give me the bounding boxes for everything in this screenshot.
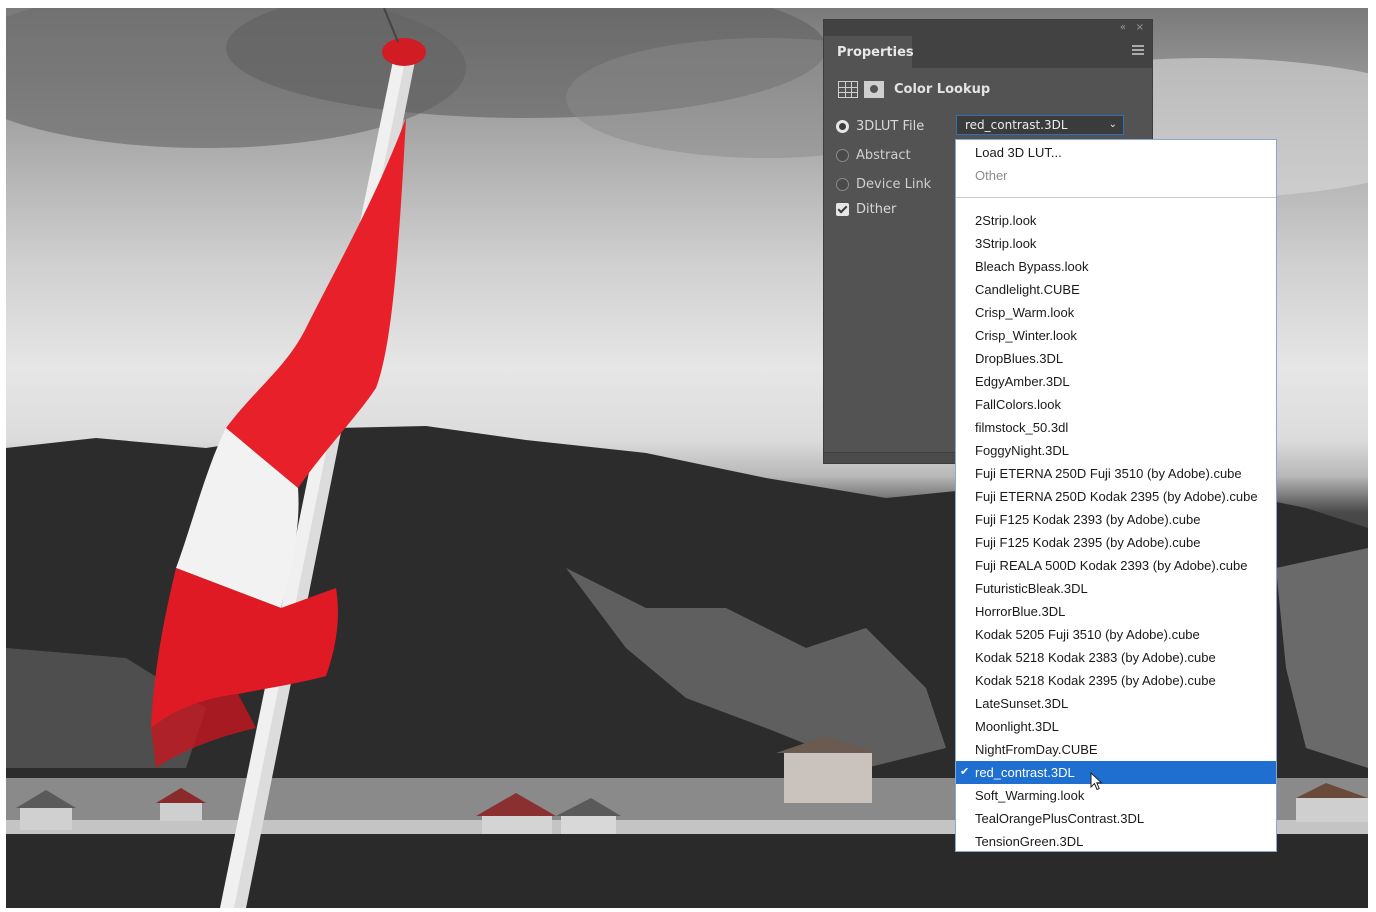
lut-list-item[interactable]: TensionGreen.3DL	[956, 830, 1276, 853]
lut-list-item[interactable]: ✔ red_contrast.3DL	[956, 761, 1276, 784]
mouse-pointer-icon	[1090, 772, 1103, 791]
lut-list-item-label: LateSunset.3DL	[975, 696, 1069, 711]
lut-list-item-label: Candlelight.CUBE	[975, 282, 1080, 297]
lut-list-item-label: Kodak 5218 Kodak 2395 (by Adobe).cube	[975, 673, 1216, 688]
lut-list-item-label: Kodak 5205 Fuji 3510 (by Adobe).cube	[975, 627, 1200, 642]
lut-list-item[interactable]: Fuji ETERNA 250D Fuji 3510 (by Adobe).cu…	[956, 462, 1276, 485]
lut-list-item[interactable]: FuturisticBleak.3DL	[956, 577, 1276, 600]
lut-file-option[interactable]: 3DLUT File	[836, 116, 924, 136]
lut-list-item-label: Fuji REALA 500D Kodak 2393 (by Adobe).cu…	[975, 558, 1248, 573]
panel-title-bar: « ×	[824, 20, 1152, 36]
lut-list-item[interactable]: LateSunset.3DL	[956, 692, 1276, 715]
lut-list-item-label: filmstock_50.3dl	[975, 420, 1069, 435]
checkmark-icon: ✔	[960, 766, 970, 778]
collapse-panel-icon[interactable]: «	[1120, 21, 1126, 34]
lut-list-item[interactable]: DropBlues.3DL	[956, 347, 1276, 370]
device-link-radio[interactable]	[836, 177, 849, 191]
lut-list-item-label: Crisp_Warm.look	[975, 305, 1075, 320]
panel-menu-icon[interactable]	[1132, 45, 1144, 57]
color-lookup-grid-icon[interactable]	[838, 80, 858, 98]
lut-list-item-label: red_contrast.3DL	[975, 765, 1075, 780]
dither-option[interactable]: Dither	[836, 199, 896, 219]
lut-list-item-label: Fuji F125 Kodak 2393 (by Adobe).cube	[975, 512, 1201, 527]
lut-list-item[interactable]: FoggyNight.3DL	[956, 439, 1276, 462]
lut-list-item-label: Fuji F125 Kodak 2395 (by Adobe).cube	[975, 535, 1201, 550]
lut-dropdown-list: Load 3D LUT... Other 2Strip.look 3Strip.lo…	[955, 139, 1277, 852]
adjustment-title: Color Lookup	[894, 81, 991, 97]
abstract-label: Abstract	[856, 147, 911, 163]
lut-list-item[interactable]: Kodak 5205 Fuji 3510 (by Adobe).cube	[956, 623, 1276, 646]
lut-list-item-label: Fuji ETERNA 250D Fuji 3510 (by Adobe).cu…	[975, 466, 1242, 481]
layer-mask-icon[interactable]	[864, 80, 884, 98]
lut-list-item-label: Fuji ETERNA 250D Kodak 2395 (by Adobe).c…	[975, 489, 1258, 504]
lut-list-item[interactable]: Candlelight.CUBE	[956, 278, 1276, 301]
lut-select-value: red_contrast.3DL	[965, 118, 1068, 132]
lut-list-item[interactable]: Kodak 5218 Kodak 2395 (by Adobe).cube	[956, 669, 1276, 692]
close-panel-icon[interactable]: ×	[1136, 21, 1144, 34]
lut-list-item-label: FuturisticBleak.3DL	[975, 581, 1088, 596]
other-item: Other	[975, 168, 1008, 183]
lut-list-item[interactable]: TealOrangePlusContrast.3DL	[956, 807, 1276, 830]
tab-properties[interactable]: Properties	[824, 36, 914, 68]
device-link-label: Device Link	[856, 176, 932, 192]
lut-file-label: 3DLUT File	[856, 118, 925, 134]
device-link-option[interactable]: Device Link	[836, 174, 931, 194]
lut-list-item[interactable]: EdgyAmber.3DL	[956, 370, 1276, 393]
lut-list-item-label: FallColors.look	[975, 397, 1061, 412]
lut-list-item[interactable]: NightFromDay.CUBE	[956, 738, 1276, 761]
lut-list-item[interactable]: Soft_Warming.look	[956, 784, 1276, 807]
lut-list-item[interactable]: Bleach Bypass.look	[956, 255, 1276, 278]
dither-label: Dither	[856, 201, 897, 217]
lut-list-item-label: NightFromDay.CUBE	[975, 742, 1098, 757]
lut-list-item[interactable]: Fuji ETERNA 250D Kodak 2395 (by Adobe).c…	[956, 485, 1276, 508]
abstract-option[interactable]: Abstract	[836, 145, 911, 165]
lut-list-item[interactable]: Crisp_Winter.look	[956, 324, 1276, 347]
panel-tab-row: Properties	[824, 36, 1152, 68]
lut-list-item-label: TensionGreen.3DL	[975, 834, 1084, 849]
lut-list-item[interactable]: Crisp_Warm.look	[956, 301, 1276, 324]
lut-list-item[interactable]: Fuji F125 Kodak 2393 (by Adobe).cube	[956, 508, 1276, 531]
adjustment-header: Color Lookup	[838, 78, 990, 100]
lut-list-item-label: Crisp_Winter.look	[975, 328, 1077, 343]
lut-list-item-label: FoggyNight.3DL	[975, 443, 1069, 458]
lut-list-item-label: HorrorBlue.3DL	[975, 604, 1066, 619]
lut-list-item-label: EdgyAmber.3DL	[975, 374, 1070, 389]
lut-list-item-label: 2Strip.look	[975, 213, 1037, 228]
lut-file-radio[interactable]	[836, 119, 849, 133]
dropdown-separator	[956, 197, 1276, 198]
lut-list-item[interactable]: FallColors.look	[956, 393, 1276, 416]
lut-file-select[interactable]: red_contrast.3DL ⌄	[956, 115, 1124, 135]
lut-list-item[interactable]: Fuji F125 Kodak 2395 (by Adobe).cube	[956, 531, 1276, 554]
lut-list-item-label: Kodak 5218 Kodak 2383 (by Adobe).cube	[975, 650, 1216, 665]
lut-list-item[interactable]: Fuji REALA 500D Kodak 2393 (by Adobe).cu…	[956, 554, 1276, 577]
lut-list-item[interactable]: 3Strip.look	[956, 232, 1276, 255]
lut-list-item-label: DropBlues.3DL	[975, 351, 1064, 366]
dither-checkbox[interactable]	[836, 202, 849, 216]
lut-list-item[interactable]: 2Strip.look	[956, 209, 1276, 232]
lut-list-item-label: Bleach Bypass.look	[975, 259, 1089, 274]
lut-list-item[interactable]: filmstock_50.3dl	[956, 416, 1276, 439]
chevron-down-icon: ⌄	[1108, 119, 1117, 130]
load-3d-lut-item[interactable]: Load 3D LUT...	[956, 141, 1276, 164]
lut-list-item-label: 3Strip.look	[975, 236, 1037, 251]
lut-list-item-label: TealOrangePlusContrast.3DL	[975, 811, 1145, 826]
lut-list-item[interactable]: HorrorBlue.3DL	[956, 600, 1276, 623]
abstract-radio[interactable]	[836, 148, 849, 162]
lut-list-item[interactable]: Kodak 5218 Kodak 2383 (by Adobe).cube	[956, 646, 1276, 669]
lut-list-item[interactable]: Moonlight.3DL	[956, 715, 1276, 738]
lut-list-item-label: Soft_Warming.look	[975, 788, 1085, 803]
lut-list-item-label: Moonlight.3DL	[975, 719, 1059, 734]
